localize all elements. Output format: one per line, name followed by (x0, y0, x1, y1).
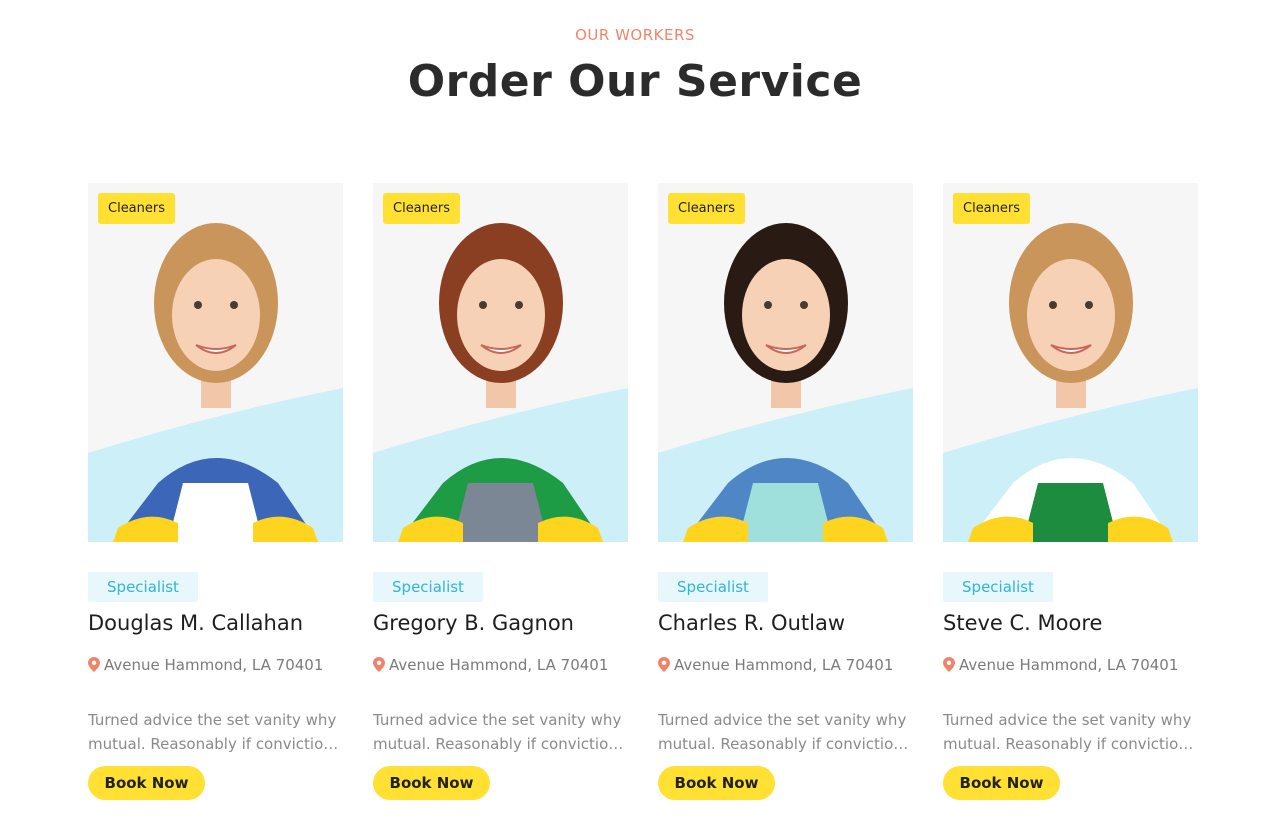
worker-address: Avenue Hammond, LA 70401 (943, 656, 1178, 674)
category-badge[interactable]: Cleaners (953, 193, 1031, 224)
worker-photo: Cleaners (943, 183, 1198, 542)
description-line: Turned advice the set vanity why (658, 711, 907, 729)
worker-portrait (88, 223, 343, 542)
description-line: Turned advice the set vanity why (943, 711, 1192, 729)
book-now-button[interactable]: Book Now (943, 766, 1060, 800)
description-line: Turned advice the set vanity why (88, 711, 337, 729)
worker-photo: Cleaners (373, 183, 628, 542)
worker-portrait (943, 223, 1198, 542)
address-text: Avenue Hammond, LA 70401 (389, 656, 609, 674)
worker-portrait (658, 223, 913, 542)
description-line: mutual. Reasonably if conviction... (373, 735, 628, 753)
worker-description: Turned advice the set vanity why mutual.… (373, 708, 628, 756)
worker-description: Turned advice the set vanity why mutual.… (88, 708, 343, 756)
worker-address: Avenue Hammond, LA 70401 (658, 656, 893, 674)
book-now-button[interactable]: Book Now (658, 766, 775, 800)
role-badge: Specialist (88, 572, 198, 602)
role-badge: Specialist (943, 572, 1053, 602)
location-pin-icon (88, 657, 100, 672)
description-line: mutual. Reasonably if conviction... (943, 735, 1198, 753)
role-badge: Specialist (373, 572, 483, 602)
worker-name[interactable]: Steve C. Moore (943, 611, 1102, 635)
worker-card: Cleaners Specialist Steve C. Moore Avenu… (943, 183, 1198, 813)
worker-description: Turned advice the set vanity why mutual.… (943, 708, 1198, 756)
address-text: Avenue Hammond, LA 70401 (104, 656, 324, 674)
description-line: Turned advice the set vanity why (373, 711, 622, 729)
worker-address: Avenue Hammond, LA 70401 (373, 656, 608, 674)
worker-name[interactable]: Gregory B. Gagnon (373, 611, 574, 635)
worker-photo: Cleaners (88, 183, 343, 542)
worker-card: Cleaners Specialist Douglas M. Callahan … (88, 183, 343, 813)
category-badge[interactable]: Cleaners (98, 193, 176, 224)
category-badge[interactable]: Cleaners (383, 193, 461, 224)
worker-description: Turned advice the set vanity why mutual.… (658, 708, 913, 756)
address-text: Avenue Hammond, LA 70401 (674, 656, 894, 674)
description-line: mutual. Reasonably if conviction... (88, 735, 343, 753)
section-title: Order Our Service (407, 56, 863, 107)
book-now-button[interactable]: Book Now (88, 766, 205, 800)
worker-card: Cleaners Specialist Charles R. Outlaw Av… (658, 183, 913, 813)
category-badge[interactable]: Cleaners (668, 193, 746, 224)
location-pin-icon (658, 657, 670, 672)
location-pin-icon (373, 657, 385, 672)
worker-portrait (373, 223, 628, 542)
worker-name[interactable]: Douglas M. Callahan (88, 611, 303, 635)
role-badge: Specialist (658, 572, 768, 602)
worker-address: Avenue Hammond, LA 70401 (88, 656, 323, 674)
book-now-button[interactable]: Book Now (373, 766, 490, 800)
worker-photo: Cleaners (658, 183, 913, 542)
section-eyebrow: OUR WORKERS (575, 26, 695, 44)
description-line: mutual. Reasonably if conviction... (658, 735, 913, 753)
worker-card: Cleaners Specialist Gregory B. Gagnon Av… (373, 183, 628, 813)
location-pin-icon (943, 657, 955, 672)
worker-name[interactable]: Charles R. Outlaw (658, 611, 845, 635)
address-text: Avenue Hammond, LA 70401 (959, 656, 1179, 674)
